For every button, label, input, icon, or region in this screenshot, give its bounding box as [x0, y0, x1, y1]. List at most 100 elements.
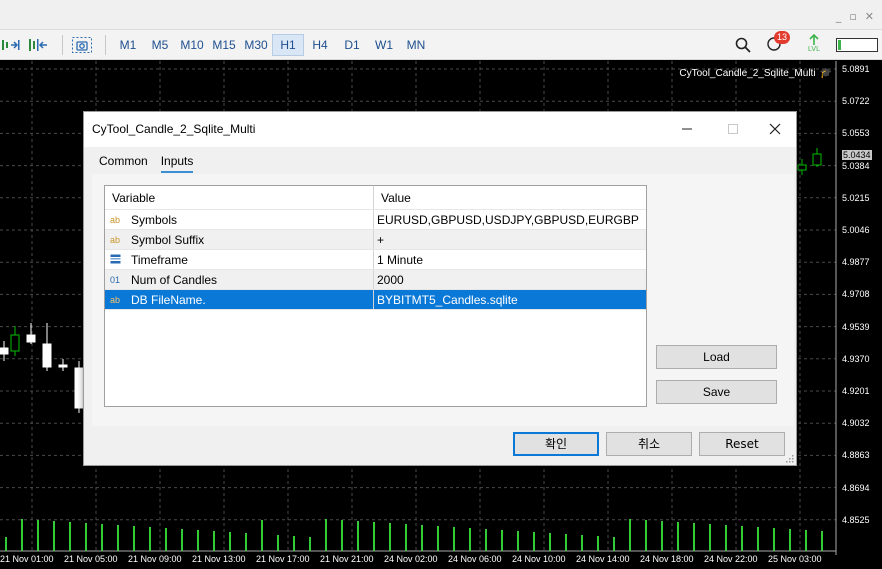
- input-variable-cell[interactable]: Timeframe: [105, 250, 374, 269]
- grid-header: Variable Value: [105, 186, 646, 210]
- inputs-grid: Variable Value ab Symbols EURUSD,GBPUSD,US…: [104, 185, 647, 407]
- reset-button[interactable]: Reset: [699, 432, 785, 456]
- input-row[interactable]: ab DB FileName. BYBITMT5_Candles.sqlite: [105, 290, 646, 310]
- time-tick-label: 24 Nov 06:00: [448, 554, 502, 564]
- signal-level-icon[interactable]: LVL: [806, 34, 822, 56]
- ok-button[interactable]: 확인: [513, 432, 599, 456]
- app-close-button[interactable]: ✕: [865, 10, 874, 23]
- price-tick-label: 4.9539: [842, 321, 870, 332]
- chart-indicator-name: CyTool_Candle_2_Sqlite_Multi 🎓: [679, 68, 832, 79]
- maximize-icon: [728, 124, 738, 134]
- candle-body: [58, 364, 68, 368]
- toolbar-separator: [105, 34, 106, 55]
- input-variable-cell[interactable]: ab Symbols: [105, 210, 374, 229]
- save-button[interactable]: Save: [656, 380, 777, 404]
- resize-grip-icon[interactable]: [786, 455, 794, 463]
- price-tick-label: 4.9032: [842, 418, 870, 429]
- input-row[interactable]: ab Symbol Suffix +: [105, 230, 646, 250]
- cancel-button[interactable]: 취소: [606, 432, 692, 456]
- input-row[interactable]: Timeframe 1 Minute: [105, 250, 646, 270]
- screenshot-icon[interactable]: [69, 34, 95, 56]
- candle-body: [74, 367, 84, 409]
- candle-body: [797, 164, 807, 171]
- chart-shift-icon[interactable]: [26, 34, 52, 56]
- current-price-label: 5.0434: [842, 150, 872, 160]
- dialog-close-button[interactable]: [764, 118, 786, 140]
- input-value-cell[interactable]: +: [374, 230, 646, 249]
- price-tick-label: 4.9370: [842, 353, 870, 364]
- integer-type-icon: 01: [110, 274, 121, 285]
- input-row[interactable]: ab Symbols EURUSD,GBPUSD,USDJPY,GBPUSD,EUR…: [105, 210, 646, 230]
- load-button[interactable]: Load: [656, 345, 777, 369]
- string-type-icon: ab: [110, 294, 121, 305]
- lvl-label: LVL: [808, 46, 820, 53]
- input-variable-label: DB FileName.: [131, 292, 206, 307]
- dialog-minimize-button[interactable]: [676, 118, 698, 140]
- toolbar: M1 M5 M10 M15 M30 H1 H4 D1 W1 MN 13 LVL: [0, 30, 882, 60]
- timeframe-m15[interactable]: M15: [208, 34, 240, 56]
- candle-body: [0, 347, 9, 355]
- price-tick-label: 5.0553: [842, 128, 870, 139]
- timeframe-h4[interactable]: H4: [304, 34, 336, 56]
- app-top-strip: _ ▫ ✕: [0, 0, 882, 30]
- time-tick-label: 25 Nov 03:00: [768, 554, 822, 564]
- time-tick-label: 24 Nov 14:00: [576, 554, 630, 564]
- time-tick-label: 21 Nov 17:00: [256, 554, 310, 564]
- dialog-maximize-button: [722, 118, 744, 140]
- price-tick-label: 4.9877: [842, 257, 870, 268]
- input-value-cell[interactable]: EURUSD,GBPUSD,USDJPY,GBPUSD,EURGBP: [374, 210, 646, 229]
- time-tick-label: 21 Nov 05:00: [64, 554, 118, 564]
- dialog-title: CyTool_Candle_2_Sqlite_Multi: [92, 122, 256, 136]
- timeframe-m5[interactable]: M5: [144, 34, 176, 56]
- time-tick-label: 24 Nov 10:00: [512, 554, 566, 564]
- input-variable-label: Num of Candles: [131, 272, 218, 287]
- input-value-cell[interactable]: BYBITMT5_Candles.sqlite: [374, 290, 646, 309]
- input-variable-label: Symbols: [131, 212, 178, 227]
- time-tick-label: 24 Nov 18:00: [640, 554, 694, 564]
- column-header-variable[interactable]: Variable: [105, 186, 374, 209]
- input-variable-cell[interactable]: ab DB FileName.: [105, 290, 374, 309]
- time-tick-label: 24 Nov 02:00: [384, 554, 438, 564]
- price-tick-label: 5.0722: [842, 96, 870, 107]
- time-tick-label: 21 Nov 13:00: [192, 554, 246, 564]
- app-minimize-button[interactable]: _: [836, 10, 842, 23]
- app-window-controls: _ ▫ ✕: [836, 10, 874, 23]
- timeframe-m30[interactable]: M30: [240, 34, 272, 56]
- input-row[interactable]: 01 Num of Candles 2000: [105, 270, 646, 290]
- battery-indicator: [836, 38, 878, 52]
- graduation-cap-icon: 🎓: [819, 68, 832, 79]
- search-icon[interactable]: [734, 36, 752, 54]
- price-tick-label: 4.9201: [842, 386, 870, 396]
- timeframe-m10[interactable]: M10: [176, 34, 208, 56]
- price-tick-label: 4.9708: [842, 289, 870, 300]
- string-type-icon: ab: [110, 234, 121, 245]
- time-tick-label: 21 Nov 21:00: [320, 554, 374, 564]
- price-axis: 5.0891 5.0722 5.0553 5.0384 5.0215 5.0046 4.98…: [836, 61, 882, 555]
- tab-common[interactable]: Common: [99, 154, 148, 173]
- input-variable-cell[interactable]: ab Symbol Suffix: [105, 230, 374, 249]
- price-tick-label: 4.8525: [842, 514, 870, 525]
- timeframe-w1[interactable]: W1: [368, 34, 400, 56]
- input-variable-cell[interactable]: 01 Num of Candles: [105, 270, 374, 289]
- timeframe-bar: M1 M5 M10 M15 M30 H1 H4 D1 W1 MN: [112, 33, 432, 56]
- dialog-tabs: Common Inputs: [99, 154, 194, 173]
- app-restore-button[interactable]: ▫: [849, 10, 856, 23]
- price-tick-label: 5.0384: [842, 160, 870, 171]
- string-type-icon: ab: [110, 214, 121, 225]
- price-tick-label: 4.8863: [842, 450, 870, 461]
- column-header-value[interactable]: Value: [374, 186, 646, 209]
- expert-properties-dialog: CyTool_Candle_2_Sqlite_Multi Common Inpu…: [83, 111, 797, 466]
- timeframe-d1[interactable]: D1: [336, 34, 368, 56]
- scroll-chart-icon[interactable]: [0, 34, 22, 56]
- toolbar-right: 13 LVL: [734, 31, 878, 56]
- timeframe-m1[interactable]: M1: [112, 34, 144, 56]
- timeframe-mn[interactable]: MN: [400, 34, 432, 56]
- tab-inputs[interactable]: Inputs: [160, 154, 194, 173]
- toolbar-separator: [62, 34, 63, 55]
- notifications-button[interactable]: 13: [766, 31, 792, 55]
- price-tick-label: 5.0215: [842, 192, 870, 203]
- input-value-cell[interactable]: 2000: [374, 270, 646, 289]
- price-tick-label: 5.0046: [842, 225, 870, 235]
- timeframe-h1[interactable]: H1: [272, 33, 304, 56]
- input-value-cell[interactable]: 1 Minute: [374, 250, 646, 269]
